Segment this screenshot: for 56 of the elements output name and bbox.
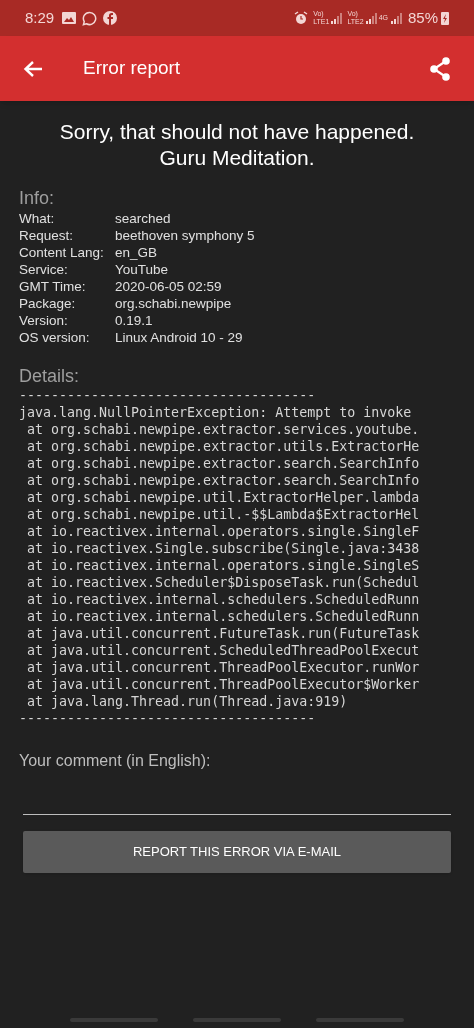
stack-trace-line: at org.schabi.newpipe.util.ExtractorHelper.lambda <box>26 489 421 506</box>
stack-trace-line: at io.reactivex.internal.schedulers.ScheduledRunn <box>26 591 421 608</box>
chat-bubble-icon <box>82 10 98 26</box>
signal-icon <box>390 12 402 24</box>
info-value: searched <box>115 210 171 227</box>
stack-trace-line: at org.schabi.newpipe.extractor.search.SearchInfo <box>26 455 421 472</box>
gallery-icon <box>62 12 77 24</box>
info-label: Package: <box>19 295 77 312</box>
info-value: YouTube <box>115 261 169 278</box>
stack-trace-line: ------------------------------------- <box>19 710 317 727</box>
stack-trace-line: at java.lang.Thread.run(Thread.java:919) <box>26 693 349 710</box>
info-title: Info: <box>19 187 56 209</box>
info-value: 2020-06-05 02:59 <box>115 278 222 295</box>
stack-trace-line: at java.util.concurrent.ThreadPoolExecutor$Worker <box>26 676 421 693</box>
circle-f-icon <box>103 11 118 25</box>
info-value: beethoven symphony 5 <box>115 227 255 244</box>
report-email-button[interactable]: REPORT THIS ERROR VIA E-MAIL <box>23 831 451 873</box>
share-icon <box>429 56 451 81</box>
details-title: Details: <box>19 365 81 387</box>
stack-trace-line: at io.reactivex.Scheduler$DisposeTask.run(Schedul <box>26 574 421 591</box>
stack-trace-line: java.lang.NullPointerException: Attempt to invoke <box>19 404 413 421</box>
stack-trace-line: at java.util.concurrent.FutureTask.run(FutureTask <box>26 625 421 642</box>
alarm-icon <box>294 11 309 25</box>
comment-label: Your comment (in English): <box>19 751 212 771</box>
info-label: Service: <box>19 261 69 278</box>
stack-trace-line: at java.util.concurrent.ScheduledThreadPoolExecut <box>26 642 421 659</box>
stack-trace-line: at io.reactivex.internal.operators.single.SingleF <box>26 523 421 540</box>
stack-trace-line: at io.reactivex.Single.subscribe(Single.java:3438 <box>26 540 421 557</box>
stack-trace-line: at org.schabi.newpipe.util.-$$Lambda$ExtractorHel <box>26 506 421 523</box>
share-button[interactable] <box>428 56 452 81</box>
battery-charging-icon <box>441 11 449 25</box>
app-bar-title: Error report <box>83 56 181 81</box>
info-label: Request: <box>19 227 75 244</box>
stack-trace-line: ------------------------------------- <box>19 387 317 404</box>
info-value: Linux Android 10 - 29 <box>115 329 243 346</box>
stack-trace-line: at org.schabi.newpipe.extractor.services.youtube. <box>26 421 421 438</box>
signal-icon <box>331 12 343 24</box>
error-heading: Sorry, that should not have happened. <box>59 119 415 145</box>
stack-trace-line: at org.schabi.newpipe.extractor.utils.ExtractorHe <box>26 438 421 455</box>
info-label: OS version: <box>19 329 91 346</box>
stack-trace-line: at io.reactivex.internal.operators.single.SingleS <box>26 557 421 574</box>
error-heading: Guru Meditation. <box>159 145 315 171</box>
battery-text: 85% <box>407 7 438 28</box>
back-arrow-icon <box>23 59 43 78</box>
info-label: Version: <box>19 312 69 329</box>
info-value: 0.19.1 <box>115 312 153 329</box>
info-value: en_GB <box>115 244 158 261</box>
stack-trace-line: at io.reactivex.internal.schedulers.ScheduledRunn <box>26 608 421 625</box>
info-label: Content Lang: <box>19 244 105 261</box>
clock-text: 8:29 <box>25 7 55 28</box>
signal-icon <box>365 12 377 24</box>
stack-trace-line: at org.schabi.newpipe.extractor.search.SearchInfo <box>26 472 421 489</box>
stack-trace-line: at java.util.concurrent.ThreadPoolExecutor.runWor <box>26 659 421 676</box>
info-label: GMT Time: <box>19 278 87 295</box>
info-label: What: <box>19 210 56 227</box>
info-value: org.schabi.newpipe <box>115 295 232 312</box>
